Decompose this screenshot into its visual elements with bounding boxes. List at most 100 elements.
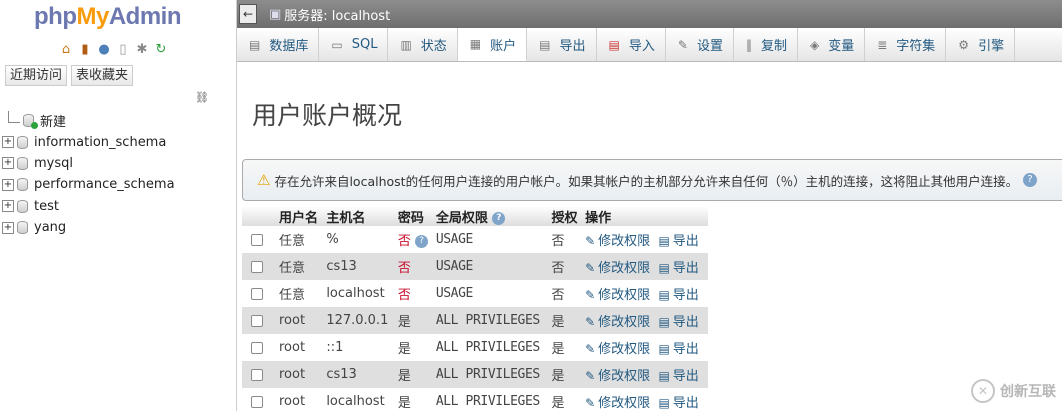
expand-icon[interactable]: +: [2, 157, 14, 170]
favorites-tab[interactable]: 表收藏夹: [71, 65, 134, 86]
collapse-nav-button[interactable]: ←: [239, 4, 257, 24]
database-icon[interactable]: ▮: [77, 42, 93, 58]
edit-privileges-link[interactable]: ✎ 修改权限: [585, 234, 650, 249]
privileges-cell: ALL PRIVILEGES: [432, 388, 549, 411]
row-checkbox[interactable]: [251, 368, 263, 381]
warning-notice: ⚠ 存在允许来自localhost的任何用户连接的用户帐户。如果其帐户的主机部分…: [242, 159, 1062, 201]
tree-item-test[interactable]: + test: [2, 196, 175, 217]
edit-privileges-icon: ✎: [585, 261, 596, 275]
row-checkbox[interactable]: [251, 287, 263, 300]
tab-label: SQL: [351, 37, 378, 52]
export-link[interactable]: ▤ 导出: [658, 288, 698, 303]
tab-import[interactable]: ▤ 导入: [597, 28, 666, 61]
database-icon: [17, 221, 28, 235]
watermark-logo-icon: ✕: [971, 379, 995, 403]
export-link[interactable]: ▤ 导出: [658, 234, 698, 249]
edit-label: 修改权限: [598, 342, 651, 357]
edit-privileges-icon: ✎: [585, 369, 596, 383]
export-icon: ▤: [658, 396, 670, 410]
tab-accounts[interactable]: ▦ 账户: [457, 28, 528, 61]
tab-charsets[interactable]: ≣ 字符集: [865, 28, 947, 61]
nav-icon-bar: ⌂ ▮ ● ▯ ✱ ↻: [58, 42, 169, 58]
password-cell: 否: [394, 280, 433, 307]
expand-icon[interactable]: +: [2, 200, 14, 213]
tab-databases[interactable]: ▤ 数据库: [237, 28, 320, 61]
export-label: 导出: [672, 396, 699, 411]
help-icon[interactable]: ?: [1023, 173, 1038, 187]
column-header-user[interactable]: 用户名: [276, 206, 324, 226]
home-icon[interactable]: ⌂: [58, 42, 74, 58]
table-row: root::1 是 ALL PRIVILEGES 是 ✎ 修改权限 ▤ 导出: [242, 334, 708, 361]
column-header-privileges[interactable]: 全局权限 ?: [432, 206, 549, 226]
tab-status[interactable]: ▥ 状态: [388, 28, 458, 61]
tab-sql[interactable]: ▭ SQL: [319, 28, 389, 61]
variables-icon: ◈: [809, 37, 820, 52]
tree-item-new[interactable]: 新建: [2, 110, 175, 131]
wrench-icon: ✎: [677, 37, 688, 52]
row-checkbox[interactable]: [251, 341, 263, 354]
reload-icon[interactable]: ↻: [153, 42, 169, 58]
edit-privileges-link[interactable]: ✎ 修改权限: [585, 261, 650, 276]
select-cell: [242, 307, 276, 334]
import-icon: ▤: [608, 37, 620, 52]
tree-item-performance-schema[interactable]: + performance_schema: [2, 174, 175, 195]
row-checkbox[interactable]: [251, 260, 263, 273]
password-cell: 是: [394, 334, 433, 361]
tab-label: 引擎: [978, 39, 1005, 54]
user-cell: root: [276, 388, 324, 411]
export-link[interactable]: ▤ 导出: [658, 342, 698, 357]
tab-settings[interactable]: ✎ 设置: [666, 28, 734, 61]
link-icon[interactable]: ⛓: [195, 91, 209, 104]
edit-privileges-icon: ✎: [585, 315, 596, 329]
docs-icon[interactable]: ▯: [115, 42, 131, 58]
column-header-host[interactable]: 主机名: [323, 206, 395, 226]
recent-tab[interactable]: 近期访问: [5, 65, 68, 86]
edit-privileges-link[interactable]: ✎ 修改权限: [585, 396, 650, 411]
help-icon[interactable]: ●: [96, 42, 112, 58]
help-icon[interactable]: ?: [492, 211, 506, 225]
settings-icon[interactable]: ✱: [134, 42, 150, 58]
tree-item-mysql[interactable]: + mysql: [2, 153, 175, 174]
password-value: 否: [397, 261, 411, 276]
expand-icon[interactable]: +: [2, 136, 14, 149]
edit-privileges-link[interactable]: ✎ 修改权限: [585, 342, 650, 357]
password-cell: 否: [394, 253, 433, 280]
export-label: 导出: [672, 234, 699, 249]
row-checkbox[interactable]: [251, 314, 263, 327]
column-header-grant[interactable]: 授权: [548, 206, 583, 226]
action-cell: ✎ 修改权限 ▤ 导出: [582, 226, 708, 253]
tree-item-information-schema[interactable]: + information_schema: [2, 131, 175, 152]
edit-privileges-link[interactable]: ✎ 修改权限: [585, 288, 650, 303]
expand-icon[interactable]: +: [2, 178, 14, 191]
privileges-cell: USAGE: [432, 280, 549, 307]
export-link[interactable]: ▤ 导出: [658, 315, 698, 330]
tree-item-yang[interactable]: + yang: [2, 217, 175, 238]
host-cell: cs13: [323, 361, 395, 388]
export-link[interactable]: ▤ 导出: [658, 369, 698, 384]
tab-export[interactable]: ▤ 导出: [527, 28, 597, 61]
column-header-password[interactable]: 密码: [394, 206, 433, 226]
tab-engines[interactable]: ⚙ 引擎: [946, 28, 1016, 61]
server-tabs: ▤ 数据库 ▭ SQL ▥ 状态 ▦ 账户 ▤ 导出 ▤ 导入 ✎ 设置 ‖ 复制 ◈ 变量 ≣ 字…: [237, 28, 1062, 62]
password-value: 是: [397, 369, 411, 384]
tab-replication[interactable]: ‖ 复制: [734, 28, 798, 61]
help-icon[interactable]: ?: [414, 235, 428, 248]
action-cell: ✎ 修改权限 ▤ 导出: [582, 334, 708, 361]
phpmyadmin-logo[interactable]: phpMyAdmin: [34, 3, 182, 31]
edit-privileges-link[interactable]: ✎ 修改权限: [585, 315, 650, 330]
tree-item-label: 新建: [40, 115, 67, 131]
select-column-header: [242, 206, 276, 226]
host-cell: localhost: [323, 280, 395, 307]
row-checkbox[interactable]: [251, 233, 263, 246]
tree-item-label: performance_schema: [34, 177, 175, 193]
table-header-row: 用户名 主机名 密码 全局权限 ? 授权 操作: [242, 206, 708, 226]
export-link[interactable]: ▤ 导出: [658, 396, 698, 411]
expand-icon[interactable]: +: [2, 221, 14, 234]
table-row: 任意% 否 ? USAGE 否 ✎ 修改权限 ▤ 导出: [242, 226, 708, 253]
nav-tabs: 近期访问 表收藏夹: [5, 65, 134, 86]
export-link[interactable]: ▤ 导出: [658, 261, 698, 276]
tab-variables[interactable]: ◈ 变量: [798, 28, 866, 61]
row-checkbox[interactable]: [251, 395, 263, 408]
server-breadcrumb[interactable]: 服务器: localhost: [284, 5, 390, 24]
edit-privileges-link[interactable]: ✎ 修改权限: [585, 369, 650, 384]
